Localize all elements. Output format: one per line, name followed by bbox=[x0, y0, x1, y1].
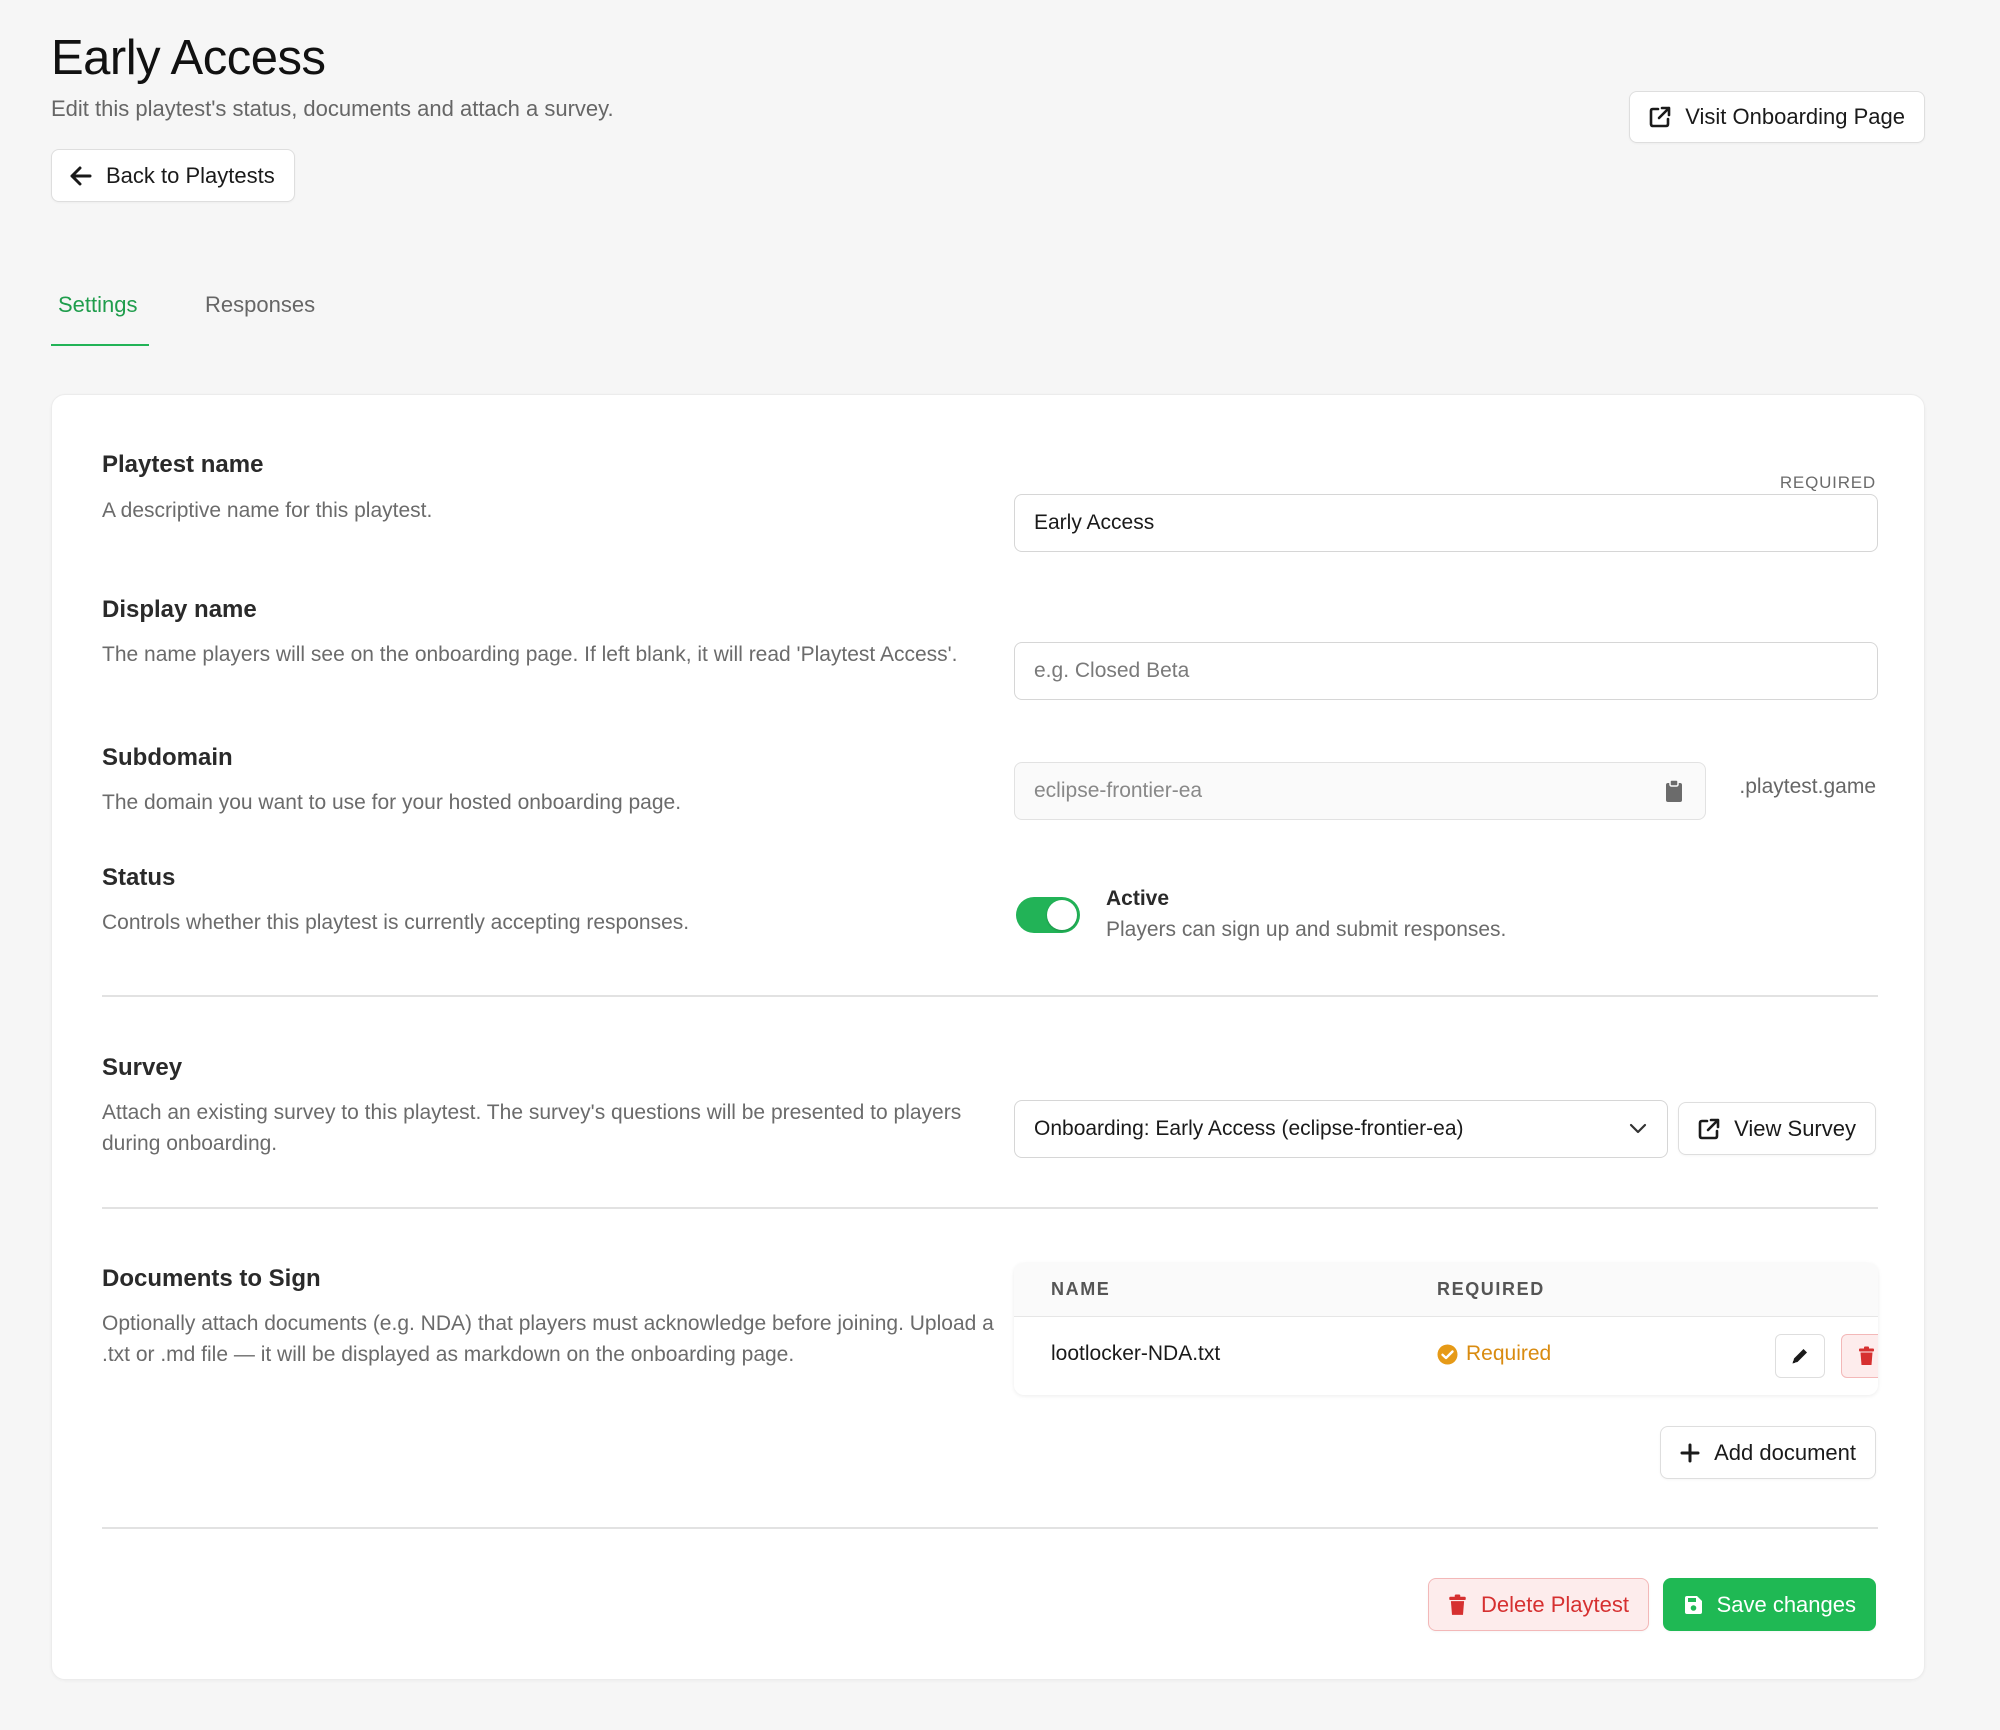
status-toggle[interactable] bbox=[1016, 897, 1080, 933]
subdomain-title: Subdomain bbox=[102, 744, 233, 771]
display-name-desc: The name players will see on the onboard… bbox=[102, 643, 958, 666]
trash-icon bbox=[1449, 1594, 1466, 1615]
subdomain-input[interactable] bbox=[1014, 762, 1706, 820]
pencil-icon bbox=[1792, 1349, 1807, 1364]
plus-icon bbox=[1680, 1443, 1700, 1462]
table-header: NAME REQUIRED bbox=[1014, 1263, 1878, 1317]
subdomain-suffix: .playtest.game bbox=[1739, 775, 1876, 798]
view-survey-label: View Survey bbox=[1734, 1115, 1856, 1141]
column-header-required: REQUIRED bbox=[1437, 1279, 1545, 1299]
column-header-name: NAME bbox=[1051, 1279, 1111, 1299]
check-circle-icon bbox=[1437, 1344, 1458, 1364]
display-name-input[interactable] bbox=[1014, 642, 1878, 700]
delete-playtest-button[interactable]: Delete Playtest bbox=[1428, 1578, 1649, 1631]
survey-select-value: Onboarding: Early Access (eclipse-fronti… bbox=[1034, 1117, 1464, 1140]
save-icon bbox=[1684, 1595, 1702, 1614]
tab-bar: Settings Responses bbox=[51, 280, 321, 346]
visit-onboarding-page-label: Visit Onboarding Page bbox=[1685, 104, 1905, 129]
back-to-playtests-button[interactable]: Back to Playtests bbox=[51, 149, 295, 202]
settings-card: Playtest name A descriptive name for thi… bbox=[51, 394, 1925, 1680]
page-title: Early Access bbox=[51, 31, 326, 85]
add-document-label: Add document bbox=[1714, 1439, 1856, 1465]
delete-document-button[interactable] bbox=[1841, 1334, 1878, 1378]
survey-desc: Attach an existing survey to this playte… bbox=[102, 1101, 962, 1155]
save-changes-label: Save changes bbox=[1716, 1591, 1856, 1617]
documents-desc: Optionally attach documents (e.g. NDA) t… bbox=[102, 1312, 994, 1366]
status-detail: Players can sign up and submit responses… bbox=[1106, 918, 1507, 941]
toggle-knob bbox=[1047, 900, 1077, 930]
status-desc: Controls whether this playtest is curren… bbox=[102, 911, 690, 934]
page-subtitle: Edit this playtest's status, documents a… bbox=[51, 96, 614, 121]
display-name-title: Display name bbox=[102, 596, 257, 623]
document-name: lootlocker-NDA.txt bbox=[1051, 1342, 1221, 1365]
status-title: Status bbox=[102, 864, 176, 891]
status-label: Active bbox=[1106, 887, 1170, 910]
tab-responses[interactable]: Responses bbox=[199, 280, 321, 346]
arrow-left-icon bbox=[70, 166, 92, 185]
playtest-name-title: Playtest name bbox=[102, 451, 264, 478]
playtest-name-input[interactable] bbox=[1014, 494, 1878, 552]
divider bbox=[102, 1207, 1878, 1209]
view-survey-button[interactable]: View Survey bbox=[1678, 1102, 1876, 1155]
required-tag: REQUIRED bbox=[1779, 473, 1876, 492]
subdomain-desc: The domain you want to use for your host… bbox=[102, 791, 682, 814]
tab-settings[interactable]: Settings bbox=[51, 280, 149, 346]
clipboard-icon[interactable] bbox=[1665, 779, 1683, 803]
divider bbox=[102, 995, 1878, 997]
required-badge: Required bbox=[1437, 1342, 1551, 1366]
delete-playtest-label: Delete Playtest bbox=[1481, 1591, 1629, 1617]
playtest-name-desc: A descriptive name for this playtest. bbox=[102, 499, 433, 522]
external-link-icon bbox=[1649, 106, 1671, 128]
external-link-icon bbox=[1698, 1118, 1720, 1139]
survey-select[interactable]: Onboarding: Early Access (eclipse-fronti… bbox=[1014, 1100, 1668, 1158]
back-to-playtests-label: Back to Playtests bbox=[106, 162, 275, 188]
documents-title: Documents to Sign bbox=[102, 1265, 321, 1292]
trash-icon bbox=[1858, 1346, 1874, 1365]
add-document-button[interactable]: Add document bbox=[1660, 1426, 1876, 1479]
divider bbox=[102, 1527, 1878, 1529]
required-label: Required bbox=[1466, 1342, 1552, 1365]
table-row: lootlocker-NDA.txt Required bbox=[1014, 1317, 1878, 1395]
survey-title: Survey bbox=[102, 1054, 183, 1081]
chevron-down-icon bbox=[1629, 1123, 1647, 1134]
documents-table: NAME REQUIRED lootlocker-NDA.txt Require… bbox=[1014, 1263, 1878, 1395]
save-changes-button[interactable]: Save changes bbox=[1662, 1578, 1876, 1631]
edit-document-button[interactable] bbox=[1775, 1334, 1825, 1378]
visit-onboarding-page-button[interactable]: Visit Onboarding Page bbox=[1629, 91, 1925, 143]
